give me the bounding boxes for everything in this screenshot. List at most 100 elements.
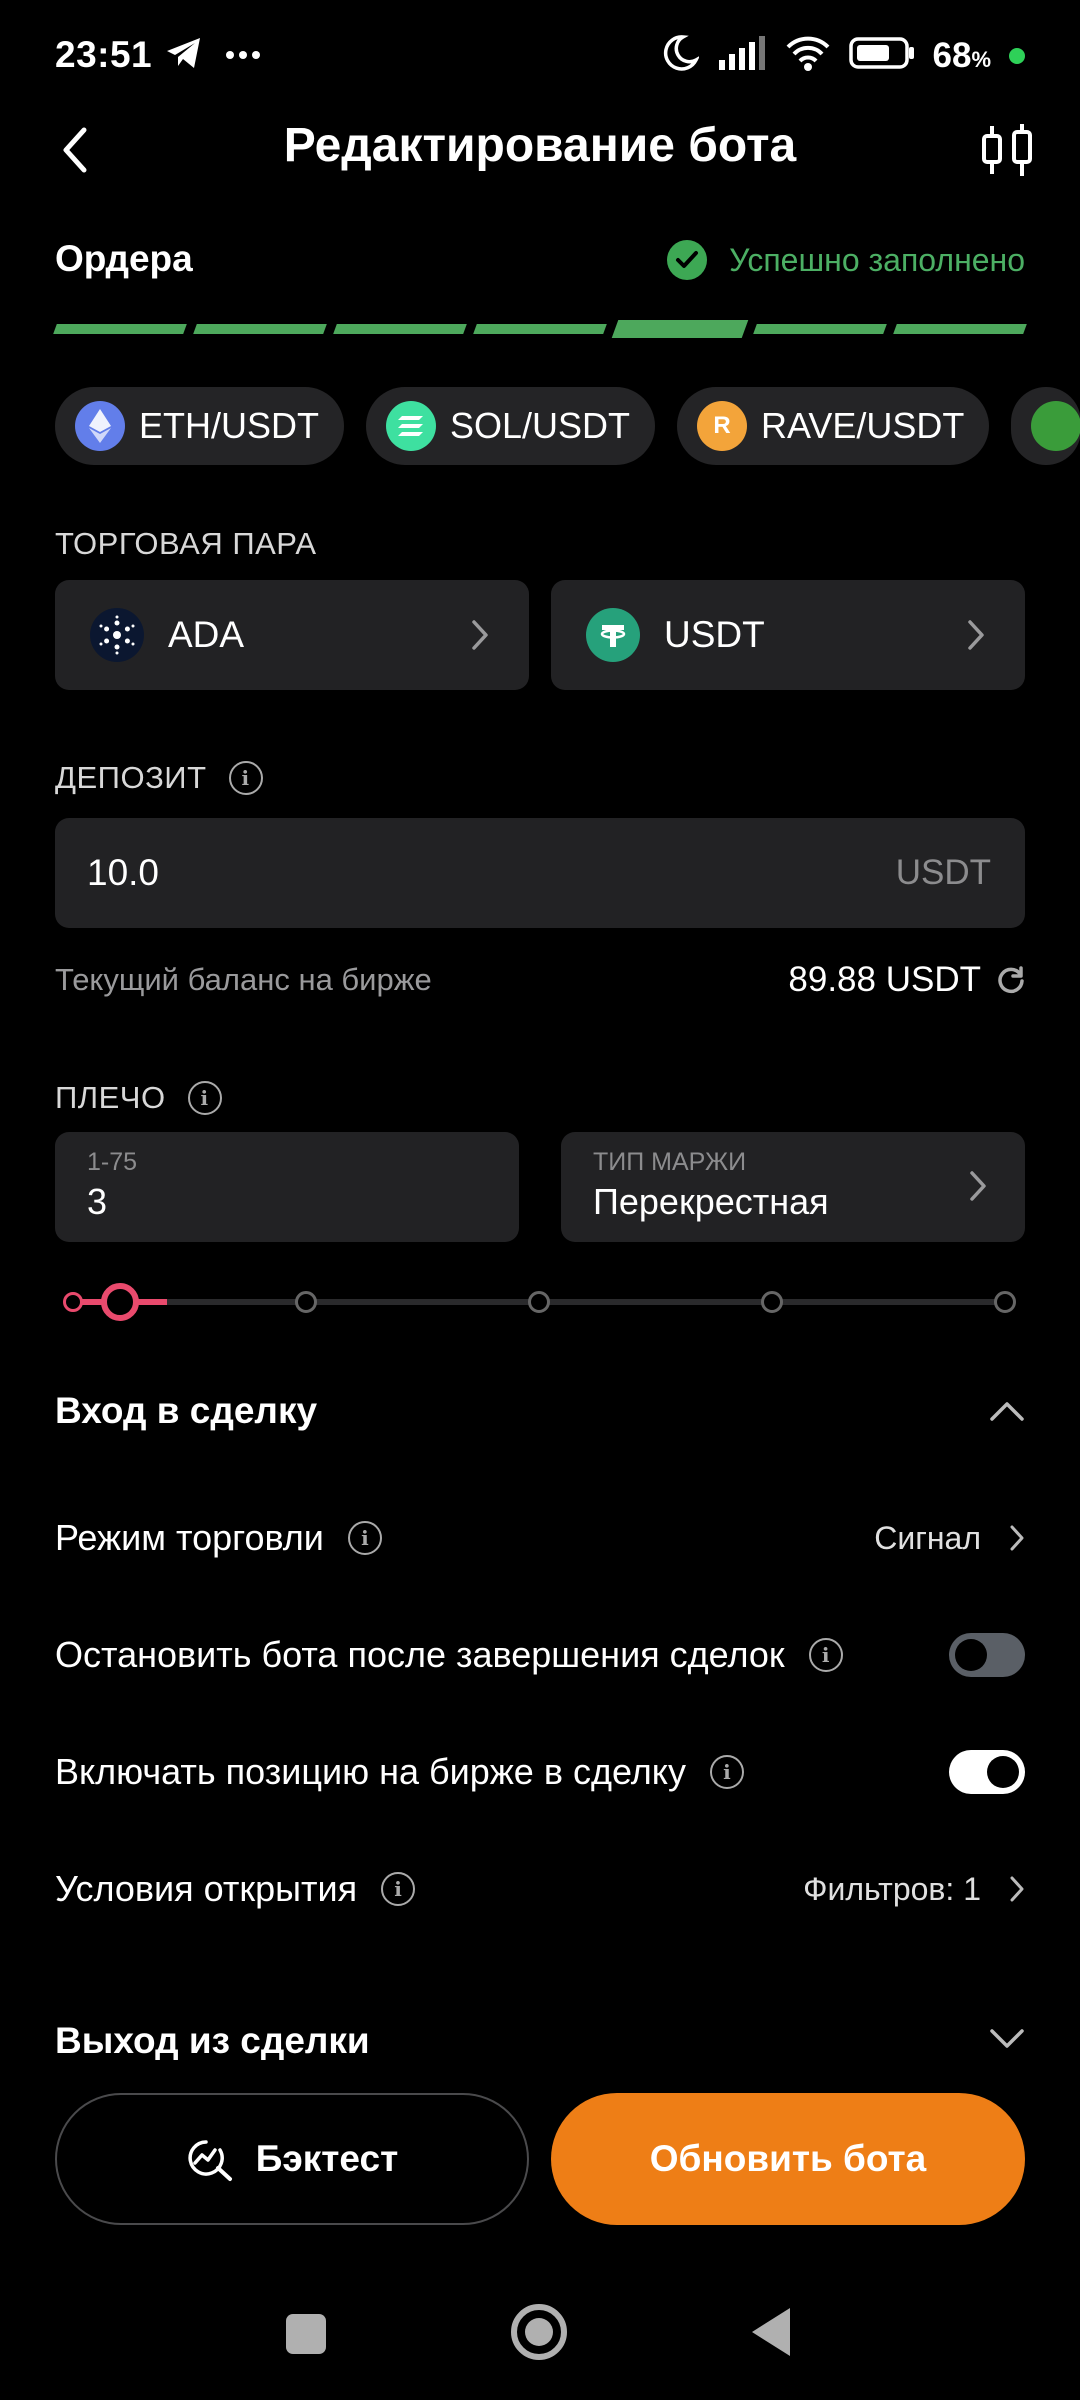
candles-icon (982, 124, 1032, 176)
deposit-label: ДЕПОЗИТ (55, 760, 207, 795)
chip-eth-usdt[interactable]: ETH/USDT (55, 387, 344, 465)
info-icon[interactable]: i (187, 1081, 222, 1115)
compare-button[interactable] (972, 110, 1042, 190)
trading-mode-label: Режим торговли (55, 1517, 324, 1558)
progress-segment (893, 324, 1027, 334)
telegram-icon (165, 36, 203, 75)
chevron-right-icon (968, 620, 984, 650)
status-bar: 23:51 68% (0, 0, 1080, 110)
recents-button[interactable] (286, 2314, 326, 2354)
margin-type-select[interactable]: ТИП МАРЖИ Перекрестная (561, 1132, 1025, 1242)
balance-label: Текущий баланс на бирже (55, 962, 432, 997)
rave-icon: R (697, 401, 748, 451)
open-conditions-value: Фильтров: 1 (803, 1870, 981, 1907)
info-icon[interactable]: i (228, 761, 263, 795)
leverage-value: 3 (87, 1181, 108, 1222)
progress-segment (333, 324, 467, 334)
more-icon (225, 47, 261, 65)
sol-icon (386, 401, 436, 451)
backtest-label: Бэктест (255, 2138, 399, 2179)
pair-chips: ETH/USDT SOL/USDT R RAVE/USDT (55, 387, 1080, 465)
entry-section-title: Вход в сделку (55, 1390, 318, 1431)
moon-icon (663, 34, 700, 77)
system-nav-bar (0, 2280, 1080, 2390)
step-progress (53, 320, 1027, 338)
slider-thumb[interactable] (101, 1283, 139, 1321)
chevron-right-icon (472, 620, 488, 650)
slider-step[interactable] (295, 1291, 317, 1313)
chip-partial[interactable] (1011, 387, 1080, 465)
step-title: Ордера (55, 238, 193, 279)
home-button[interactable] (511, 2304, 567, 2360)
deposit-input[interactable]: 10.0 USDT (55, 818, 1025, 928)
slider-start (63, 1292, 83, 1312)
include-position-label: Включать позицию на бирже в сделку (55, 1751, 686, 1792)
quote-currency-select[interactable]: USDT (551, 580, 1025, 690)
coin-icon (1031, 401, 1080, 451)
page-title: Редактирование бота (283, 119, 797, 172)
backtest-icon (188, 2140, 232, 2181)
step-status-text: Успешно заполнено (729, 241, 1025, 278)
backtest-button[interactable]: Бэктест (55, 2093, 529, 2225)
info-icon[interactable]: i (709, 1755, 744, 1789)
ada-icon (90, 608, 144, 662)
slider-step[interactable] (761, 1291, 783, 1313)
quote-currency-label: USDT (664, 614, 765, 655)
battery-text: 68% (932, 35, 992, 75)
stop-after-toggle[interactable] (949, 1633, 1025, 1677)
notification-dot (1009, 47, 1025, 64)
margin-type-label: ТИП МАРЖИ (593, 1148, 747, 1176)
system-back-button[interactable] (752, 2308, 790, 2356)
trading-pair-label: ТОРГОВАЯ ПАРА (55, 526, 317, 561)
progress-segment (753, 324, 887, 334)
balance-value: 89.88 USDT (788, 960, 981, 999)
balance-row: Текущий баланс на бирже 89.88 USDT (55, 960, 1025, 1000)
leverage-input[interactable]: 1-75 3 (55, 1132, 519, 1242)
info-icon[interactable]: i (808, 1638, 843, 1672)
leverage-header: ПЛЕЧО i (55, 1080, 222, 1116)
update-bot-label: Обновить бота (649, 2138, 927, 2179)
signal-icon (717, 36, 767, 75)
chip-sol-usdt[interactable]: SOL/USDT (366, 387, 656, 465)
margin-type-value: Перекрестная (593, 1181, 829, 1222)
slider-step[interactable] (528, 1291, 550, 1313)
stop-after-label: Остановить бота после завершения сделок (55, 1634, 785, 1675)
trading-mode-value: Сигнал (874, 1519, 981, 1556)
eth-icon (75, 401, 125, 451)
progress-segment (53, 324, 187, 334)
chevron-right-icon (1010, 1525, 1024, 1551)
progress-segment (473, 324, 607, 334)
base-currency-select[interactable]: ADA (55, 580, 529, 690)
exit-section-header[interactable]: Выход из сделки (55, 2020, 1025, 2060)
chip-rave-usdt[interactable]: R RAVE/USDT (677, 387, 990, 465)
trading-mode-row[interactable]: Режим торговли i Сигнал (55, 1498, 1025, 1578)
chevron-down-icon (990, 2029, 1024, 2048)
include-position-toggle[interactable] (949, 1750, 1025, 1794)
stop-after-row: Остановить бота после завершения сделок … (55, 1615, 1025, 1695)
open-conditions-row[interactable]: Условия открытия i Фильтров: 1 (55, 1849, 1025, 1929)
leverage-label: ПЛЕЧО (55, 1080, 166, 1115)
chevron-right-icon (970, 1171, 986, 1201)
info-icon[interactable]: i (347, 1521, 382, 1555)
deposit-header: ДЕПОЗИТ i (55, 760, 263, 796)
check-circle-icon (667, 240, 708, 280)
refresh-icon[interactable] (997, 966, 1025, 994)
chevron-right-icon (1010, 1876, 1024, 1902)
exit-section-title: Выход из сделки (55, 2020, 370, 2060)
open-conditions-label: Условия открытия (55, 1868, 358, 1909)
progress-segment (193, 324, 327, 334)
base-currency-label: ADA (168, 614, 245, 655)
update-bot-button[interactable]: Обновить бота (551, 2093, 1025, 2225)
progress-segment (611, 320, 749, 338)
slider-step[interactable] (994, 1291, 1016, 1313)
include-position-row: Включать позицию на бирже в сделку i (55, 1732, 1025, 1812)
battery-icon (848, 36, 915, 75)
wifi-icon (785, 35, 831, 76)
chevron-up-icon (990, 1402, 1024, 1421)
info-icon[interactable]: i (381, 1872, 416, 1906)
leverage-range: 1-75 (87, 1148, 138, 1176)
entry-section-header[interactable]: Вход в сделку (55, 1390, 1025, 1432)
header: Редактирование бота (0, 110, 1080, 230)
leverage-slider[interactable] (55, 1283, 1025, 1321)
step-status: Успешно заполнено (667, 240, 1025, 280)
